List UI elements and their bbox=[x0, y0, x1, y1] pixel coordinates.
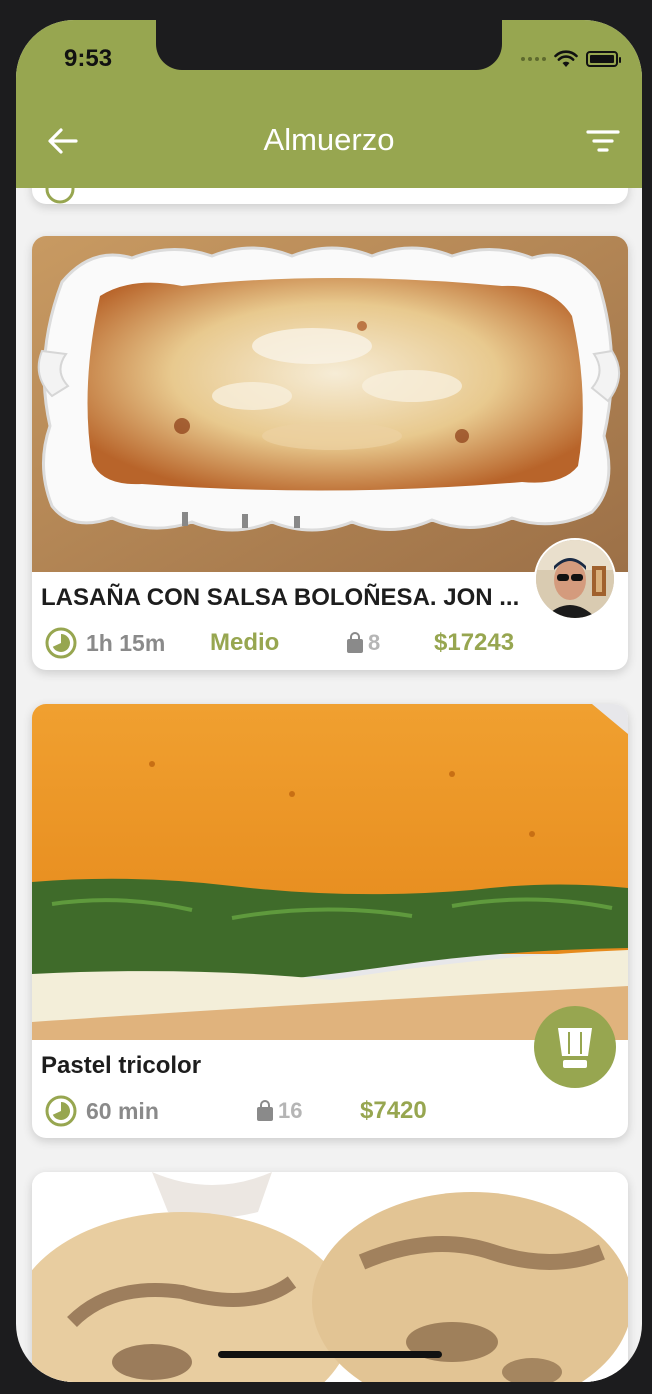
difficulty-label: Medio bbox=[210, 629, 280, 656]
clock-icon bbox=[45, 188, 75, 204]
wifi-icon bbox=[554, 50, 578, 67]
recipe-meta: 60 min 16 $7420 bbox=[32, 1094, 628, 1128]
chef-hat-badge[interactable] bbox=[534, 1006, 616, 1088]
recipe-title: Pastel tricolor bbox=[41, 1052, 202, 1079]
recipe-title: LASAÑA CON SALSA BOLOÑESA. JON ... bbox=[41, 584, 520, 611]
avatar[interactable] bbox=[534, 538, 616, 620]
status-bar: 9:53 bbox=[16, 20, 642, 90]
ingredient-count-value: 8 bbox=[368, 630, 381, 655]
battery-icon bbox=[586, 51, 621, 67]
price: $7420 bbox=[360, 1094, 427, 1128]
difficulty: Medio bbox=[210, 626, 279, 660]
page-title: Almuerzo bbox=[263, 122, 395, 157]
recipe-card-partial[interactable] bbox=[32, 188, 628, 204]
lasagna-photo bbox=[32, 236, 628, 572]
recipe-list[interactable]: LASAÑA CON SALSA BOLOÑESA. JON ... 1h 15… bbox=[16, 188, 642, 1382]
price: $17243 bbox=[434, 626, 514, 660]
status-time: 9:53 bbox=[64, 45, 113, 72]
recipe-card[interactable]: LASAÑA CON SALSA BOLOÑESA. JON ... 1h 15… bbox=[32, 236, 628, 670]
pastel-tricolor-photo bbox=[32, 704, 628, 1040]
status-icons bbox=[521, 50, 621, 68]
clock-icon bbox=[45, 1095, 77, 1127]
chef-hat-icon bbox=[558, 1028, 592, 1068]
time-label: 1h 15m bbox=[86, 629, 166, 656]
recipe-time: 1h 15m bbox=[44, 626, 165, 660]
clock-icon bbox=[45, 627, 77, 659]
ingredient-count-value: 16 bbox=[278, 1098, 303, 1123]
home-indicator[interactable] bbox=[218, 1351, 442, 1358]
shopping-bag-icon bbox=[257, 1100, 273, 1121]
shopping-bag-icon bbox=[347, 632, 363, 653]
notch bbox=[156, 20, 502, 70]
ingredient-count: 16 bbox=[256, 1094, 302, 1128]
phone-screen: 9:53 Almuerzo LASAÑA CON SALSA BOLOÑESA.… bbox=[16, 20, 642, 1382]
navigation-bar: Almuerzo bbox=[16, 90, 642, 188]
recipe-meta: 1h 15m Medio 8 $17243 bbox=[32, 626, 628, 660]
price-value: $17243 bbox=[434, 629, 515, 656]
recipe-time: 60 min bbox=[44, 1094, 159, 1128]
time-label: 60 min bbox=[86, 1097, 159, 1124]
signal-icon bbox=[521, 57, 546, 61]
filter-icon[interactable] bbox=[586, 128, 620, 154]
recipe-card[interactable]: Pastel tricolor 60 min 16 $7420 bbox=[32, 704, 628, 1138]
price-value: $7420 bbox=[360, 1097, 427, 1124]
ingredient-count: 8 bbox=[346, 626, 380, 660]
